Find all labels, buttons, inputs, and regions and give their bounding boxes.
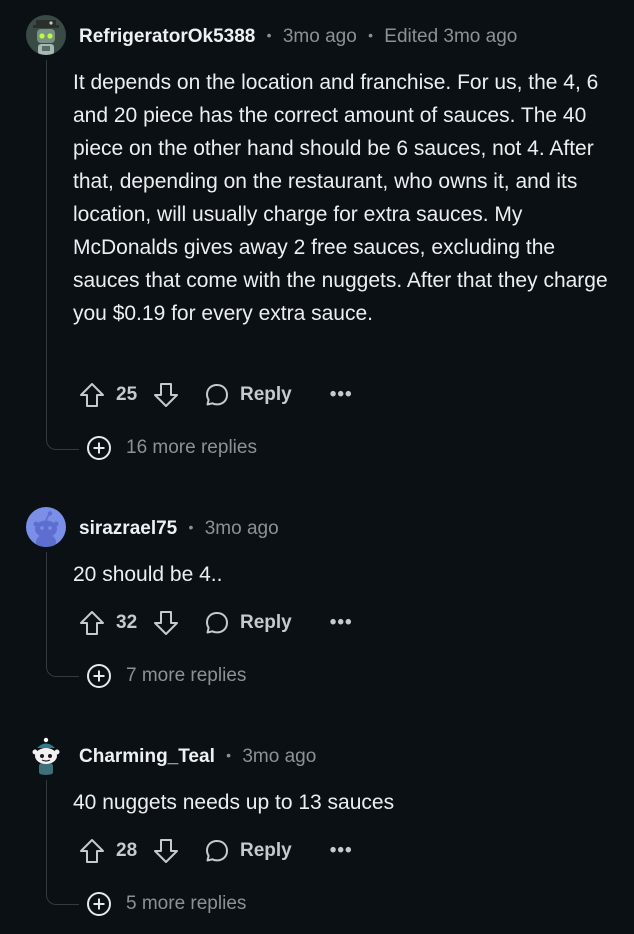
downvote-button[interactable] [152,609,180,637]
upvote-icon [80,611,104,635]
separator-dot: • [188,519,194,535]
comment-meta: sirazrael75 • 3mo ago [79,515,279,541]
edited-label: Edited 3mo ago [384,26,518,47]
more-replies-label: 5 more replies [126,893,247,914]
comment-actions: 25 Reply ••• [78,380,353,410]
author-name[interactable]: Charming_Teal [79,746,215,767]
timestamp: 3mo ago [242,746,317,767]
more-replies-label: 16 more replies [126,437,257,458]
comment-body: 40 nuggets needs up to 13 sauces [73,791,395,814]
comment-body: 20 should be 4.. [73,563,223,586]
plus-circle-icon [87,436,111,460]
reply-button[interactable]: Reply [204,610,292,636]
comment: RefrigeratorOk5388 • 3mo ago • Edited 3m… [0,15,634,465]
more-replies-link[interactable]: 7 more replies [86,662,246,690]
upvote-button[interactable] [78,837,106,865]
user-avatar[interactable] [26,735,66,775]
robot-avatar-icon [26,15,66,55]
reply-button[interactable]: Reply [204,838,292,864]
upvote-button[interactable] [78,609,106,637]
upvote-button[interactable] [78,381,106,409]
downvote-button[interactable] [152,837,180,865]
separator-dot: • [266,27,272,43]
author-name[interactable]: RefrigeratorOk5388 [79,26,255,47]
user-avatar[interactable] [26,507,66,547]
chat-bubble-icon [206,840,228,862]
comment-body: It depends on the location and franchise… [73,71,608,325]
downvote-icon [154,383,178,407]
author-name[interactable]: sirazrael75 [79,518,177,539]
timestamp: 3mo ago [282,26,357,47]
upvote-icon [80,839,104,863]
snoo-teal-avatar-icon [26,735,66,775]
comment-actions: 28 Reply ••• [78,836,353,866]
user-avatar[interactable] [26,15,66,55]
reply-label: Reply [240,384,292,405]
upvote-icon [80,383,104,407]
vote-score: 32 [116,612,138,633]
vote-score: 25 [116,384,138,405]
snoo-avatar-icon [26,507,66,547]
more-replies-link[interactable]: 5 more replies [86,890,246,918]
chat-bubble-icon [206,612,228,634]
timestamp: 3mo ago [204,518,279,539]
chat-bubble-icon [206,384,228,406]
plus-circle-icon [87,664,111,688]
more-replies-link[interactable]: 16 more replies [86,434,257,462]
comment: sirazrael75 • 3mo ago 20 should be 4.. 3… [0,507,634,697]
comment-meta: RefrigeratorOk5388 • 3mo ago • Edited 3m… [79,23,517,49]
downvote-button[interactable] [152,381,180,409]
more-options-button[interactable]: ••• [330,385,353,404]
reply-button[interactable]: Reply [204,382,292,408]
separator-dot: • [226,747,232,763]
downvote-icon [154,839,178,863]
downvote-icon [154,611,178,635]
more-options-button[interactable]: ••• [330,841,353,860]
vote-score: 28 [116,840,138,861]
separator-dot: • [368,27,373,43]
plus-circle-icon [87,892,111,916]
reply-label: Reply [240,840,292,861]
more-options-button[interactable]: ••• [330,613,353,632]
comment: Charming_Teal • 3mo ago 40 nuggets needs… [0,735,634,925]
comment-meta: Charming_Teal • 3mo ago [79,743,316,769]
more-replies-label: 7 more replies [126,665,247,686]
reply-label: Reply [240,612,292,633]
comment-actions: 32 Reply ••• [78,608,353,638]
